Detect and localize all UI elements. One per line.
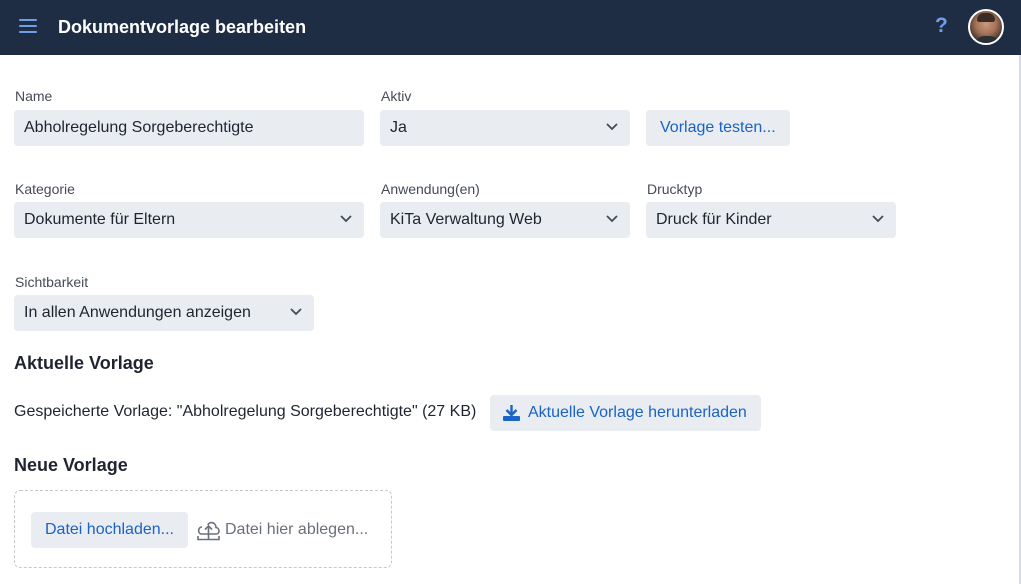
sichtbarkeit-select-value: In allen Anwendungen anzeigen [24, 304, 251, 321]
anwendungen-label: Anwendung(en) [381, 181, 480, 197]
chevron-down-icon [606, 123, 618, 131]
chevron-down-icon [872, 215, 884, 223]
help-icon[interactable]: ? [935, 14, 948, 38]
download-button-label: Aktuelle Vorlage herunterladen [528, 404, 747, 421]
aktiv-select-value: Ja [390, 119, 407, 136]
dropzone-hint: Datei hier ablegen... [225, 521, 369, 538]
hamburger-menu-icon[interactable] [19, 19, 37, 35]
name-input[interactable]: Abholregelung Sorgeberechtigte [14, 110, 364, 146]
anwendungen-select-value: KiTa Verwaltung Web [390, 211, 542, 228]
kategorie-select[interactable]: Dokumente für Eltern [14, 202, 364, 238]
chevron-down-icon [340, 215, 352, 223]
avatar[interactable] [968, 9, 1004, 45]
sichtbarkeit-label: Sichtbarkeit [15, 274, 89, 290]
download-icon [503, 405, 520, 421]
drucktyp-select-value: Druck für Kinder [656, 211, 772, 228]
saved-template-text: Gespeicherte Vorlage: "Abholregelung Sor… [14, 403, 477, 420]
top-bar: Dokumentvorlage bearbeiten ? [0, 0, 1021, 55]
aktiv-select[interactable]: Ja [380, 110, 630, 146]
download-template-button[interactable]: Aktuelle Vorlage herunterladen [490, 395, 761, 431]
cloud-upload-icon [197, 521, 220, 541]
page-title: Dokumentvorlage bearbeiten [58, 17, 307, 37]
kategorie-select-value: Dokumente für Eltern [24, 211, 176, 228]
chevron-down-icon [290, 308, 302, 316]
name-label: Name [15, 88, 53, 104]
kategorie-label: Kategorie [15, 181, 75, 197]
drucktyp-label: Drucktyp [647, 181, 703, 197]
name-input-value: Abholregelung Sorgeberechtigte [24, 119, 254, 136]
test-template-button[interactable]: Vorlage testen... [646, 110, 790, 146]
sichtbarkeit-select[interactable]: In allen Anwendungen anzeigen [14, 295, 314, 331]
current-template-heading: Aktuelle Vorlage [14, 353, 154, 373]
new-template-heading: Neue Vorlage [14, 455, 128, 475]
upload-file-button[interactable]: Datei hochladen... [31, 512, 188, 548]
aktiv-label: Aktiv [381, 88, 412, 104]
drucktyp-select[interactable]: Druck für Kinder [646, 202, 896, 238]
anwendungen-select[interactable]: KiTa Verwaltung Web [380, 202, 630, 238]
chevron-down-icon [606, 215, 618, 223]
